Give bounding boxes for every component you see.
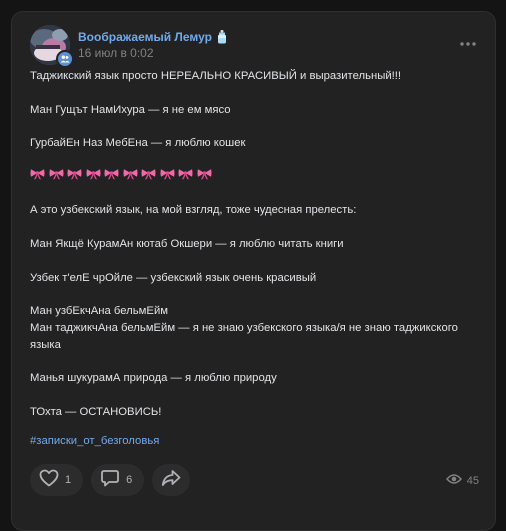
text-line: Узбек т'елЕ чрОйле — узбекский язык очен… (30, 271, 317, 284)
eye-icon (445, 473, 462, 488)
author-name[interactable]: Воображаемый Лемур (78, 30, 227, 44)
heart-icon (39, 469, 59, 492)
more-options-icon[interactable] (459, 34, 477, 46)
text-line: Манья шукурамА природа — я люблю природу (30, 372, 277, 385)
comment-icon (100, 469, 120, 492)
ribbon-icon (141, 168, 156, 186)
ribbon-row (30, 169, 485, 186)
text-line: Ман таджикчАна бельмЕйм — я не знаю узбе… (30, 321, 458, 351)
comment-button[interactable]: 6 (91, 464, 145, 496)
ribbon-icon (104, 168, 119, 186)
post-text: Таджикский язык просто НЕРЕАЛЬНО КРАСИВЫ… (30, 68, 485, 421)
group-badge-icon (56, 50, 74, 68)
text-line: Таджикский язык просто НЕРЕАЛЬНО КРАСИВЫ… (30, 70, 402, 82)
text-line: Ман узбЕкчАна бельмЕйм (30, 305, 169, 318)
text-line: Ман Якщё КурамАн кютаб Окшери — я люблю … (30, 237, 344, 250)
baby-bottle-icon (217, 30, 227, 44)
text-line: ТОхта — ОСТАНОВИСЬ! (30, 405, 162, 418)
view-count: 45 (466, 474, 479, 487)
action-bar: 1 6 (30, 464, 191, 496)
like-button[interactable]: 1 (30, 464, 84, 496)
share-button[interactable] (152, 464, 191, 496)
ribbon-icon (30, 168, 45, 186)
ribbon-icon (49, 168, 64, 186)
text-line: А это узбекский язык, на мой взгляд, тож… (30, 204, 357, 217)
text-line: Ман Гущът НамИхура — я не ем мясо (30, 103, 231, 116)
ribbon-icon (123, 168, 138, 186)
like-count: 1 (65, 474, 72, 486)
comment-count: 6 (126, 474, 133, 486)
share-icon (161, 469, 181, 492)
ribbon-icon (160, 168, 175, 186)
post-card: Воображаемый Лемур 16 июл в 0:02 Таджикс… (11, 11, 496, 531)
views-counter: 45 (445, 473, 479, 488)
ribbon-icon (86, 168, 101, 186)
avatar[interactable] (30, 25, 74, 68)
author-name-label[interactable]: Воображаемый Лемур (78, 30, 212, 44)
ribbon-icon (197, 168, 212, 186)
text-line: ГурбайЕн Наз МебЕна — я люблю кошек (30, 137, 246, 150)
hashtag-link[interactable]: #записки_от_безголовья (30, 435, 159, 447)
post-date[interactable]: 16 июл в 0:02 (78, 46, 154, 60)
ribbon-icon (67, 168, 82, 186)
ribbon-icon (178, 168, 193, 186)
